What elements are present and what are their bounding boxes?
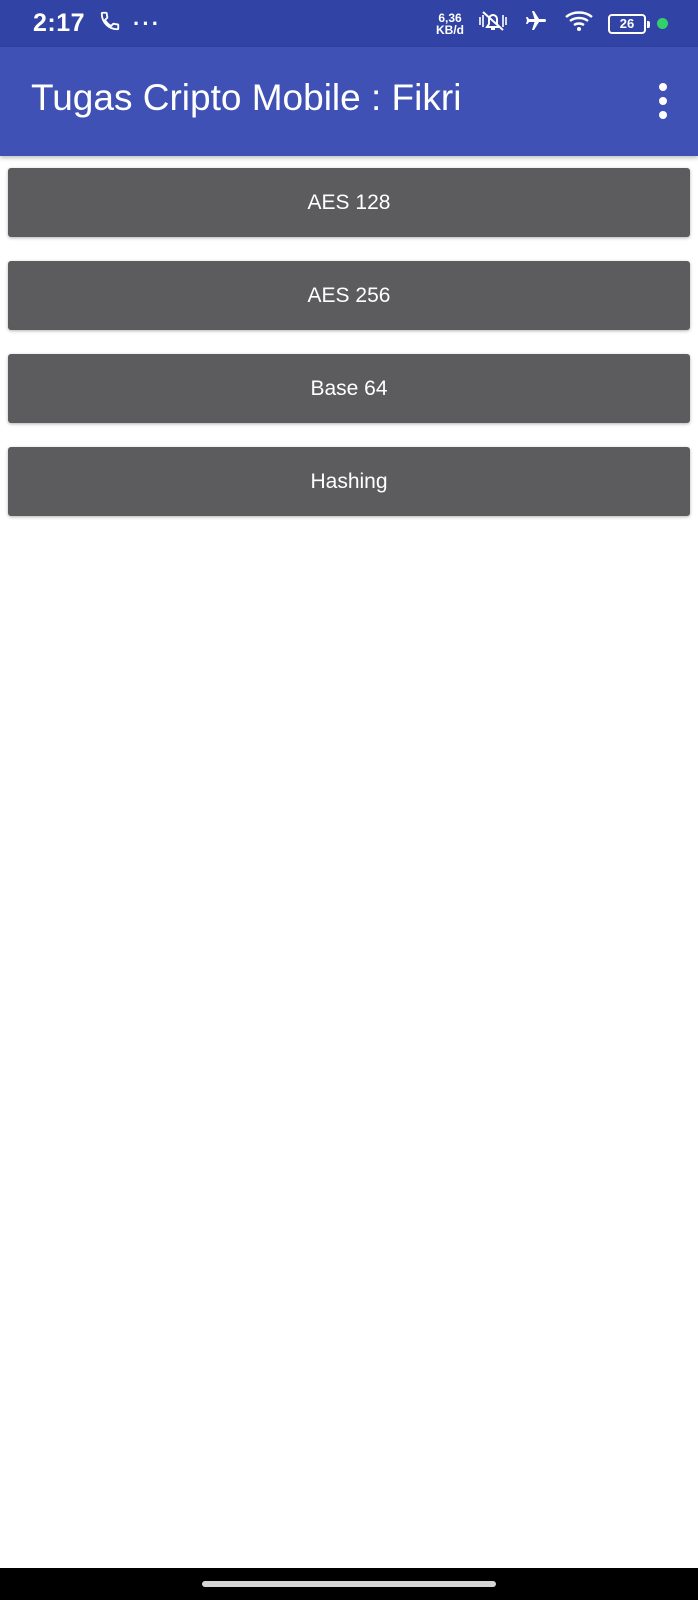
navigation-bar [0, 1568, 698, 1600]
notification-overflow: ··· [133, 10, 162, 36]
status-bar: 2:17 ··· 6,36 KB/d 26 [0, 0, 698, 47]
aes-128-button[interactable]: AES 128 [8, 168, 690, 237]
network-speed-value: 6,36 [438, 10, 462, 25]
home-indicator[interactable] [202, 1581, 496, 1587]
network-speed: 6,36 KB/d [436, 12, 464, 36]
battery-icon: 26 [608, 13, 650, 34]
hashing-button[interactable]: Hashing [8, 447, 690, 516]
base-64-button[interactable]: Base 64 [8, 354, 690, 423]
more-vert-icon[interactable] [648, 79, 678, 123]
app-title: Tugas Cripto Mobile : Fikri [31, 77, 462, 118]
status-time: 2:17 [33, 9, 86, 37]
vibrate-silent-icon [478, 9, 508, 38]
app-bar: Tugas Cripto Mobile : Fikri [0, 47, 698, 156]
network-speed-unit: KB/d [436, 22, 464, 37]
phone-icon [99, 10, 121, 37]
privacy-indicator-dot [657, 18, 668, 29]
menu-dot [659, 83, 667, 91]
button-list: AES 128 AES 256 Base 64 Hashing [8, 168, 690, 540]
menu-dot [659, 111, 667, 119]
wifi-icon [564, 9, 594, 38]
menu-dot [659, 97, 667, 105]
status-bar-left: 2:17 ··· [33, 9, 161, 38]
aes-256-button[interactable]: AES 256 [8, 261, 690, 330]
airplane-icon [522, 9, 550, 38]
status-bar-right: 6,36 KB/d 26 [436, 9, 668, 38]
